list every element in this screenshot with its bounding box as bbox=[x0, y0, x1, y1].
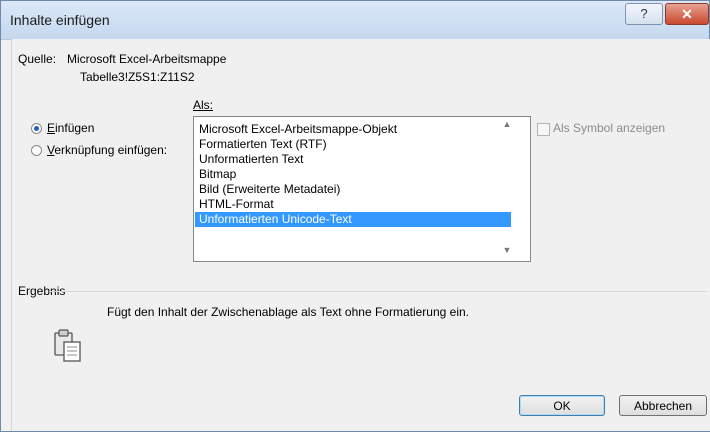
window-title: Inhalte einfügen bbox=[10, 12, 110, 28]
help-button[interactable]: ? bbox=[625, 3, 663, 25]
format-item[interactable]: Formatierten Text (RTF) bbox=[199, 137, 327, 152]
paste-label[interactable]: Einfügen bbox=[47, 121, 94, 135]
ok-button[interactable]: OK bbox=[519, 395, 605, 416]
title-bar[interactable]: Inhalte einfügen ? ✕ bbox=[1, 1, 709, 40]
clipboard-icon bbox=[54, 329, 81, 362]
format-item[interactable]: HTML-Format bbox=[199, 197, 274, 212]
format-item-selected[interactable]: Unformatierten Unicode-Text bbox=[195, 212, 511, 227]
format-item[interactable]: Bild (Erweiterte Metadatei) bbox=[199, 182, 340, 197]
paste-link-label[interactable]: Verknüpfung einfügen: bbox=[47, 143, 167, 157]
paste-special-dialog: Inhalte einfügen ? ✕ Quelle: Microsoft E… bbox=[0, 0, 710, 432]
as-label: Als: bbox=[193, 98, 213, 112]
scroll-up-arrow-icon[interactable]: ▲ bbox=[501, 119, 513, 131]
close-button[interactable]: ✕ bbox=[665, 3, 709, 25]
display-as-icon-checkbox[interactable] bbox=[537, 123, 550, 136]
source-label: Quelle: bbox=[18, 52, 57, 66]
as-label-text: Als: bbox=[193, 98, 214, 112]
format-listbox[interactable]: Microsoft Excel-Arbeitsmappe-Objekt Form… bbox=[193, 116, 531, 262]
paste-radio[interactable] bbox=[31, 123, 42, 134]
dialog-content: Quelle: Microsoft Excel-Arbeitsmappe Tab… bbox=[11, 39, 710, 431]
format-item[interactable]: Unformatierten Text bbox=[199, 152, 304, 167]
source-range: Tabelle3!Z5S1:Z11S2 bbox=[80, 70, 195, 84]
display-as-icon-label[interactable]: Als Symbol anzeigen bbox=[553, 121, 665, 135]
close-icon: ✕ bbox=[681, 6, 693, 22]
format-item[interactable]: Bitmap bbox=[199, 167, 236, 182]
cancel-button[interactable]: Abbrechen bbox=[619, 395, 707, 416]
source-value: Microsoft Excel-Arbeitsmappe bbox=[67, 52, 227, 66]
scroll-down-arrow-icon[interactable]: ▼ bbox=[501, 245, 513, 257]
format-item[interactable]: Microsoft Excel-Arbeitsmappe-Objekt bbox=[199, 122, 397, 137]
paste-link-radio[interactable] bbox=[31, 145, 42, 156]
result-description: Fügt den Inhalt der Zwischenablage als T… bbox=[107, 305, 469, 319]
result-divider bbox=[49, 291, 707, 292]
